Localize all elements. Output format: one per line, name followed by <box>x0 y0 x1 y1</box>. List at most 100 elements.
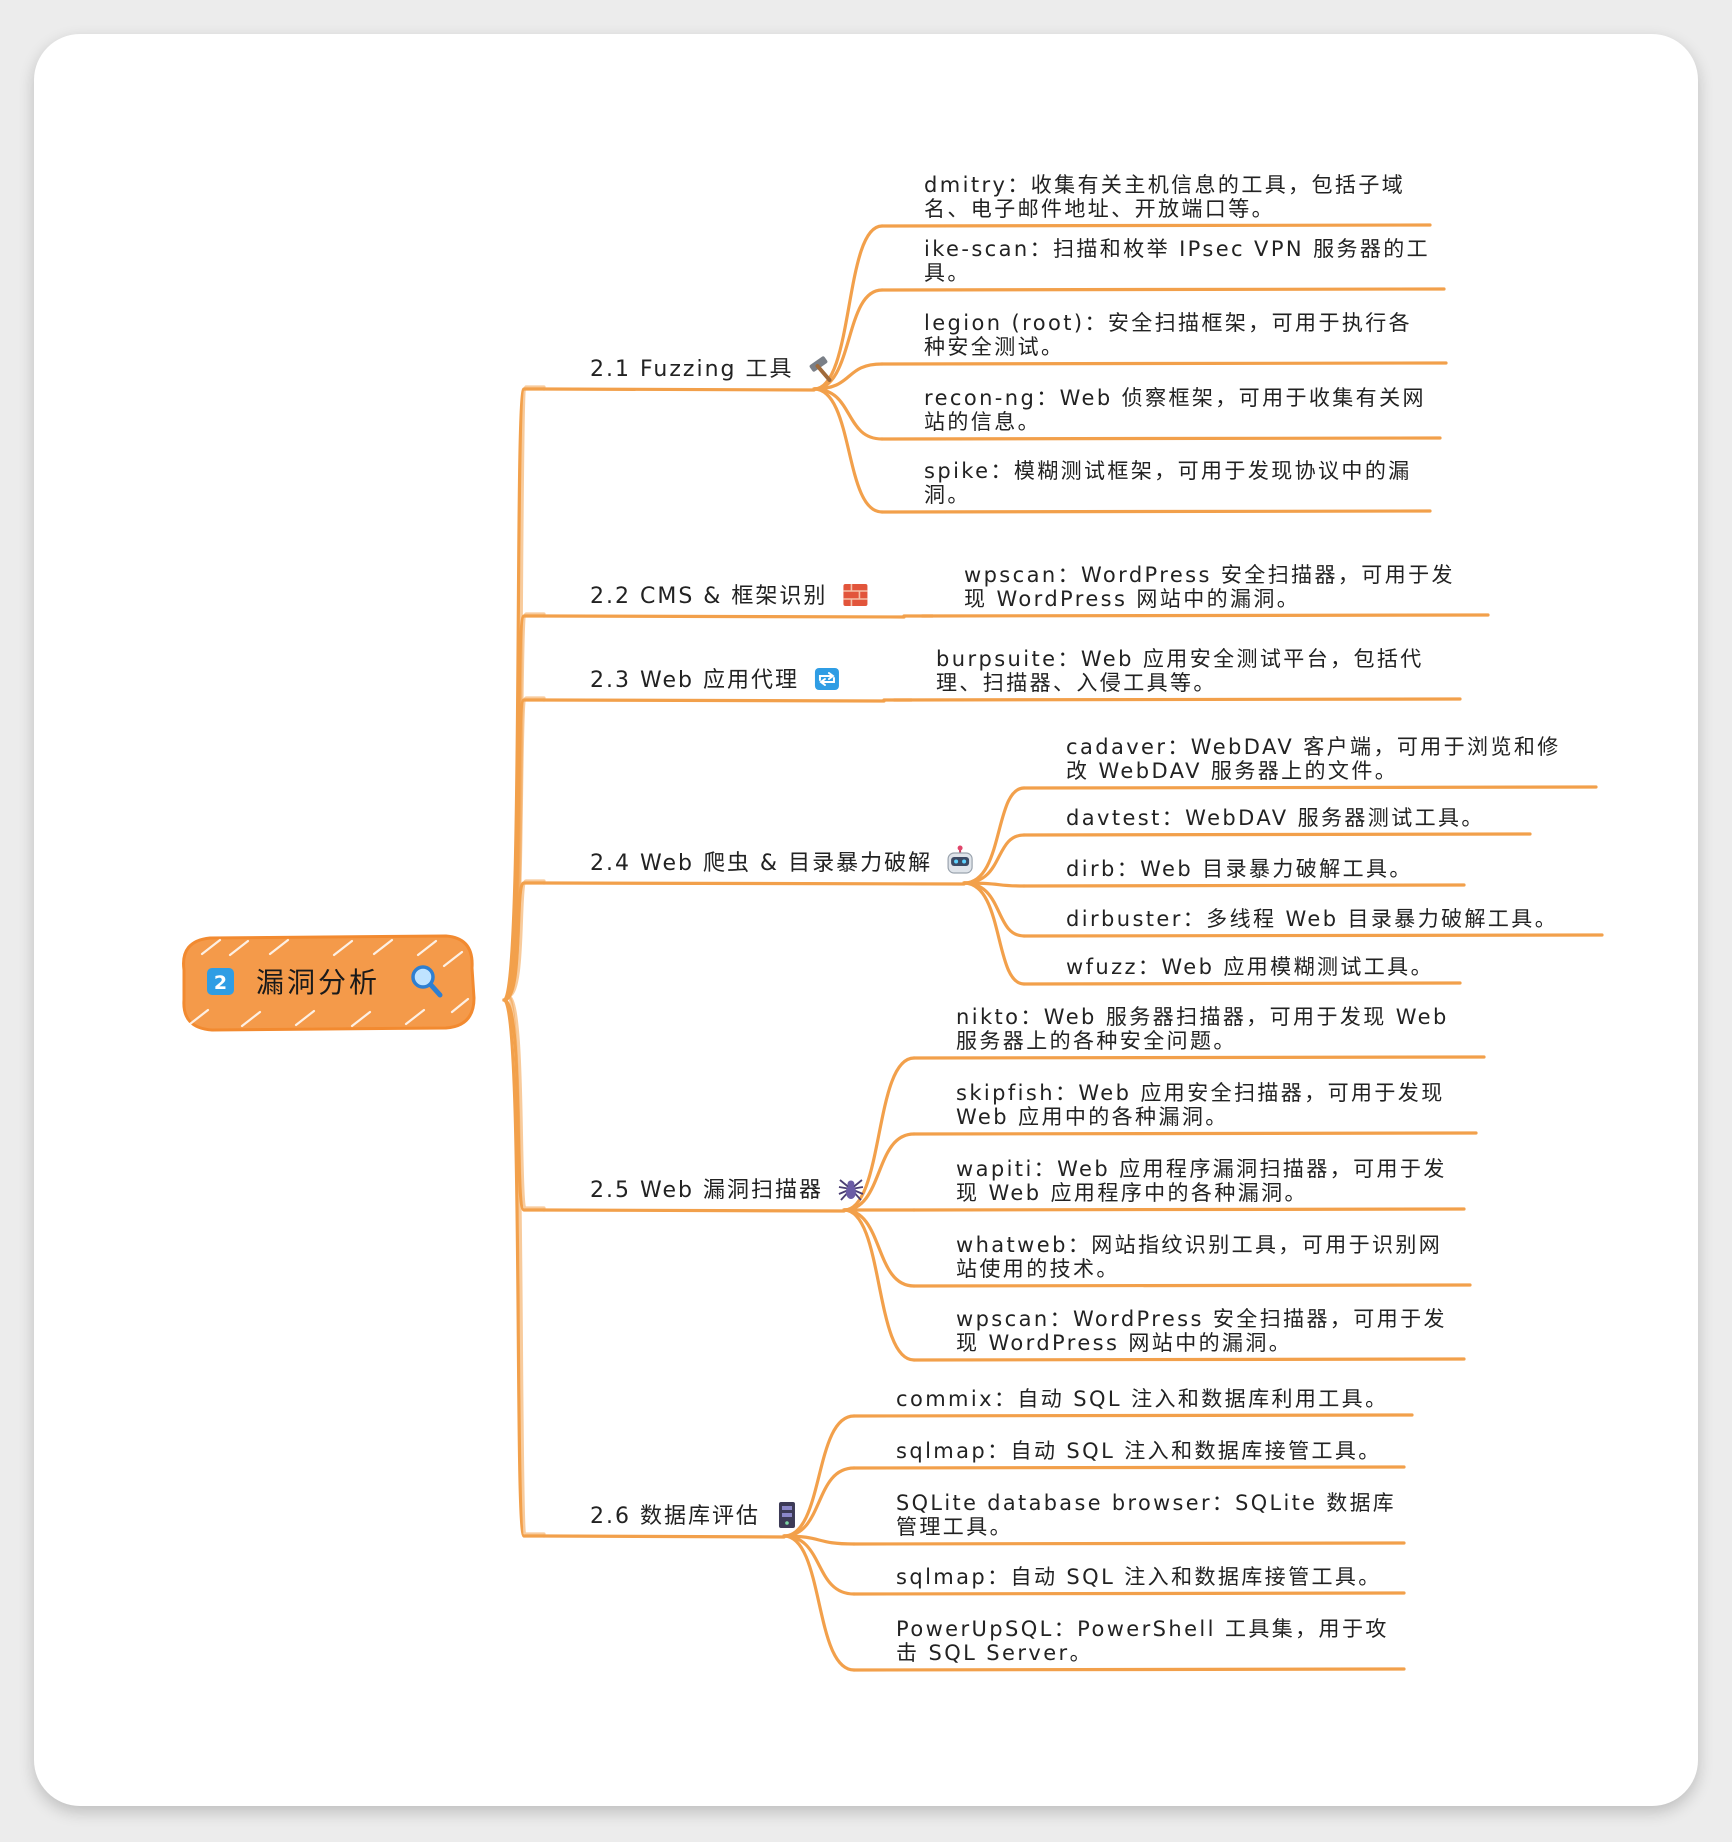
leaf-text: 现 Web 应用程序中的各种漏洞。 <box>956 1181 1308 1205</box>
brick-icon <box>843 584 868 606</box>
leaf-connector <box>962 881 1026 938</box>
leaf-text: dirbuster：多线程 Web 目录暴力破解工具。 <box>1066 907 1558 931</box>
root-title: 漏洞分析 <box>256 966 380 999</box>
leaf-text: whatweb：网站指纹识别工具，可用于识别网 <box>956 1233 1442 1257</box>
leaf-node[interactable]: wapiti：Web 应用程序漏洞扫描器，可用于发现 Web 应用程序中的各种漏… <box>956 1157 1447 1205</box>
leaf-text: sqlmap：自动 SQL 注入和数据库接管工具。 <box>896 1439 1382 1463</box>
topic-label: 2.5 Web 漏洞扫描器 <box>590 1178 823 1203</box>
leaf-underline <box>852 1541 1406 1546</box>
leaf-text: 理、扫描器、入侵工具等。 <box>936 671 1217 695</box>
topic-underline <box>542 1208 846 1213</box>
topic-node[interactable]: 2.2 CMS & 框架识别 <box>590 584 868 609</box>
server-icon <box>778 1502 795 1528</box>
mindmap-canvas: 2 漏洞分析 2.1 Fuzzing 工具 dmitry：收集有关主机信息的工具，… <box>182 173 1604 1672</box>
leaf-text: legion (root)：安全扫描框架，可用于执行各 <box>924 311 1412 335</box>
topic-nodes: 2.1 Fuzzing 工具 dmitry：收集有关主机信息的工具，包括子域名、电… <box>590 173 1561 1665</box>
leaf-text: recon-ng：Web 侦察框架，可用于收集有关网 <box>924 386 1426 410</box>
leaf-underline <box>912 1283 1472 1288</box>
leaf-node[interactable]: dmitry：收集有关主机信息的工具，包括子域名、电子邮件地址、开放端口等。 <box>924 173 1405 221</box>
topic-label: 2.3 Web 应用代理 <box>590 668 799 693</box>
leaf-node[interactable]: wpscan：WordPress 安全扫描器，可用于发现 WordPress 网… <box>956 1307 1447 1355</box>
leaf-node[interactable]: PowerUpSQL：PowerShell 工具集，用于攻击 SQL Serve… <box>896 1617 1389 1665</box>
root-badge-text: 2 <box>214 972 227 994</box>
leaf-connector <box>962 833 1026 885</box>
leaf-node[interactable]: skipfish：Web 应用安全扫描器，可用于发现Web 应用中的各种漏洞。 <box>956 1081 1445 1129</box>
leaf-underline <box>912 1357 1466 1362</box>
leaf-underline <box>912 1207 1466 1212</box>
spider-icon <box>838 1179 864 1201</box>
leaf-node[interactable]: ike-scan：扫描和枚举 IPsec VPN 服务器的工具。 <box>924 237 1430 285</box>
leaf-underline <box>912 1131 1478 1136</box>
leaf-text: nikto：Web 服务器扫描器，可用于发现 Web <box>956 1005 1449 1029</box>
leaf-node[interactable]: dirbuster：多线程 Web 目录暴力破解工具。 <box>1066 907 1558 931</box>
leaf-node[interactable]: SQLite database browser：SQLite 数据库管理工具。 <box>896 1491 1396 1539</box>
leaf-node[interactable]: burpsuite：Web 应用安全测试平台，包括代理、扫描器、入侵工具等。 <box>936 647 1424 695</box>
leaf-text: 管理工具。 <box>896 1515 1013 1539</box>
leaf-text: 洞。 <box>924 483 971 507</box>
leaf-node[interactable]: davtest：WebDAV 服务器测试工具。 <box>1066 806 1485 830</box>
leaf-underline <box>912 1055 1486 1060</box>
leaf-node[interactable]: legion (root)：安全扫描框架，可用于执行各种安全测试。 <box>924 311 1412 359</box>
leaf-text: 击 SQL Server。 <box>896 1641 1093 1665</box>
leaf-node[interactable]: wpscan：WordPress 安全扫描器，可用于发现 WordPress 网… <box>964 563 1455 611</box>
branch-line <box>502 698 546 1002</box>
topic-underline <box>542 1534 786 1539</box>
leaf-underline <box>1022 883 1466 888</box>
topic-node[interactable]: 2.4 Web 爬虫 & 目录暴力破解 <box>590 845 973 877</box>
leaf-text: commix：自动 SQL 注入和数据库利用工具。 <box>896 1387 1388 1411</box>
leaf-node[interactable]: cadaver：WebDAV 客户端，可用于浏览和修改 WebDAV 服务器上的… <box>1066 735 1561 783</box>
leaf-underline <box>1022 981 1462 986</box>
leaf-underline <box>920 613 1490 618</box>
leaf-text: dmitry：收集有关主机信息的工具，包括子域 <box>924 173 1405 197</box>
topic-underline <box>542 698 886 703</box>
leaf-node[interactable]: commix：自动 SQL 注入和数据库利用工具。 <box>896 1387 1388 1411</box>
topic-label: 2.4 Web 爬虫 & 目录暴力破解 <box>590 851 932 876</box>
root-node[interactable]: 2 漏洞分析 <box>182 934 476 1032</box>
leaf-text: ike-scan：扫描和枚举 IPsec VPN 服务器的工 <box>924 237 1430 261</box>
leaf-underline <box>880 509 1432 514</box>
leaf-underline <box>852 1465 1406 1470</box>
leaf-node[interactable]: wfuzz：Web 应用模糊测试工具。 <box>1066 955 1434 979</box>
leaf-text: 站的信息。 <box>924 410 1041 434</box>
leaf-node[interactable]: sqlmap：自动 SQL 注入和数据库接管工具。 <box>896 1565 1382 1589</box>
leaf-text: davtest：WebDAV 服务器测试工具。 <box>1066 806 1485 830</box>
robot-icon <box>947 845 973 874</box>
leaf-node[interactable]: recon-ng：Web 侦察框架，可用于收集有关网站的信息。 <box>924 386 1426 434</box>
branch-line <box>502 387 546 1002</box>
topic-node[interactable]: 2.1 Fuzzing 工具 <box>590 356 832 382</box>
leaf-connector <box>842 1208 916 1288</box>
leaf-node[interactable]: sqlmap：自动 SQL 注入和数据库接管工具。 <box>896 1439 1382 1463</box>
hammer-icon <box>809 356 832 382</box>
topic-label: 2.6 数据库评估 <box>590 1504 760 1529</box>
mindmap-card: 2 漏洞分析 2.1 Fuzzing 工具 dmitry：收集有关主机信息的工具，… <box>34 34 1698 1806</box>
leaf-underline <box>880 436 1442 441</box>
leaf-connector <box>812 387 884 514</box>
leaf-text: SQLite database browser：SQLite 数据库 <box>896 1491 1396 1515</box>
leaf-text: wfuzz：Web 应用模糊测试工具。 <box>1066 955 1434 979</box>
number-badge-icon: 2 <box>207 968 234 995</box>
leaf-underline <box>880 223 1432 228</box>
topic-node[interactable]: 2.3 Web 应用代理 <box>590 668 839 693</box>
leaf-node[interactable]: whatweb：网站指纹识别工具，可用于识别网站使用的技术。 <box>956 1233 1442 1281</box>
topic-node[interactable]: 2.5 Web 漏洞扫描器 <box>590 1178 864 1203</box>
leaf-text: 站使用的技术。 <box>956 1257 1120 1281</box>
leaf-underline <box>852 1667 1406 1672</box>
leaf-node[interactable]: spike：模糊测试框架，可用于发现协议中的漏洞。 <box>924 459 1412 507</box>
branch-line <box>502 614 546 1002</box>
leaf-text: 名、电子邮件地址、开放端口等。 <box>924 197 1275 221</box>
leaf-connector <box>782 1534 856 1672</box>
leaf-text: 现 WordPress 网站中的漏洞。 <box>956 1331 1292 1355</box>
leaf-text: wpscan：WordPress 安全扫描器，可用于发 <box>956 1307 1447 1331</box>
leaf-text: burpsuite：Web 应用安全测试平台，包括代 <box>936 647 1424 671</box>
topic-label: 2.2 CMS & 框架识别 <box>590 584 827 609</box>
leaf-text: spike：模糊测试框架，可用于发现协议中的漏 <box>924 459 1412 483</box>
leaf-underline <box>1022 785 1598 790</box>
leaf-text: 种安全测试。 <box>924 335 1064 359</box>
leaf-node[interactable]: nikto：Web 服务器扫描器，可用于发现 Web服务器上的各种安全问题。 <box>956 1005 1449 1053</box>
topic-label: 2.1 Fuzzing 工具 <box>590 357 794 382</box>
leaf-node[interactable]: dirb：Web 目录暴力破解工具。 <box>1066 857 1413 881</box>
topic-node[interactable]: 2.6 数据库评估 <box>590 1502 795 1529</box>
leaf-underline <box>892 697 1462 702</box>
leaf-text: skipfish：Web 应用安全扫描器，可用于发现 <box>956 1081 1445 1105</box>
leaf-text: 现 WordPress 网站中的漏洞。 <box>964 587 1300 611</box>
